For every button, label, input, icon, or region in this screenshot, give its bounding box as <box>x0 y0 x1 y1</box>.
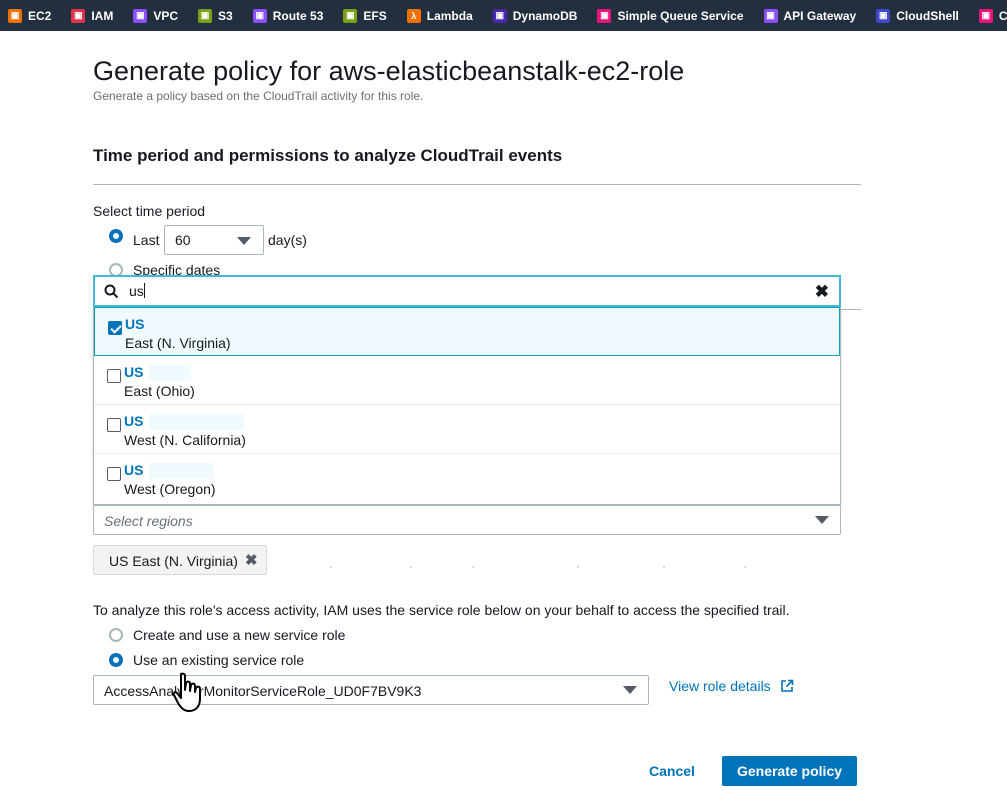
text-cursor <box>143 283 145 298</box>
favorites-bar: ▣ EC2 ▣ IAM ▣ VPC ▣ S3 ▣ Route 53 ▣ EFS λ Lambd… <box>0 0 1007 31</box>
divider-dot <box>577 566 579 568</box>
region-checkbox[interactable] <box>107 467 121 481</box>
last-label: Last <box>133 232 160 248</box>
region-dropdown-list: US East (N. Virginia) US East (Ohio) US … <box>93 307 841 505</box>
page-subtitle: Generate a policy based on the CloudTrai… <box>93 89 424 103</box>
chevron-down-icon <box>623 686 637 694</box>
selected-region-token: US East (N. Virginia) ✖ <box>93 545 267 575</box>
existing-service-role-radio[interactable] <box>109 653 123 667</box>
cloudformation-icon: ▣ <box>978 8 993 23</box>
region-code: US <box>124 462 144 478</box>
match-highlight <box>149 463 214 479</box>
service-role-value: AccessAnalyzerMonitorServiceRole_UD0F7BV… <box>104 683 422 699</box>
route53-icon: ▣ <box>252 8 267 23</box>
days-select[interactable]: 60 <box>164 225 264 255</box>
s3-icon: ▣ <box>198 8 213 23</box>
external-link-icon <box>781 679 794 692</box>
lambda-icon: λ <box>406 8 421 23</box>
divider-dot <box>330 566 332 568</box>
favorite-sqs[interactable]: ▣ Simple Queue Service <box>597 8 744 23</box>
region-option-us-east-1[interactable]: US East (N. Virginia) <box>94 307 840 356</box>
favorite-s3[interactable]: ▣ S3 <box>198 8 233 23</box>
region-name: West (Oregon) <box>124 481 216 497</box>
hand-cursor-icon <box>172 672 201 712</box>
region-checkbox[interactable] <box>107 369 121 383</box>
region-name: West (N. California) <box>124 432 246 448</box>
select-regions-dropdown[interactable]: Select regions <box>93 505 841 535</box>
remove-token-icon[interactable]: ✖ <box>245 551 258 569</box>
match-highlight <box>149 365 191 381</box>
divider-dot <box>663 566 665 568</box>
favorite-iam[interactable]: ▣ IAM <box>71 8 113 23</box>
favorite-dynamodb[interactable]: ▣ DynamoDB <box>492 8 577 23</box>
api-gateway-icon: ▣ <box>763 8 778 23</box>
region-name: East (N. Virginia) <box>125 335 231 351</box>
region-option-us-west-2[interactable]: US West (Oregon) <box>94 454 840 503</box>
search-icon <box>104 284 119 299</box>
clear-search-icon[interactable]: ✖ <box>815 282 829 302</box>
ec2-icon: ▣ <box>8 8 22 23</box>
existing-service-role-label: Use an existing service role <box>133 652 305 668</box>
favorite-cloudformation[interactable]: ▣CloudFor <box>978 8 1007 23</box>
region-code: US <box>125 316 145 332</box>
section-divider-partial <box>840 309 861 310</box>
region-checkbox[interactable] <box>108 321 122 335</box>
region-code: US <box>124 413 144 429</box>
region-option-us-west-1[interactable]: US West (N. California) <box>94 405 840 454</box>
generate-policy-button[interactable]: Generate policy <box>722 756 857 786</box>
vpc-icon: ▣ <box>133 8 148 23</box>
view-role-details-link[interactable]: View role details <box>669 678 771 694</box>
cloudshell-icon: ▣ <box>876 8 891 23</box>
favorite-efs[interactable]: ▣ EFS <box>343 8 387 23</box>
days-suffix: day(s) <box>268 232 307 248</box>
favorite-ec2[interactable]: ▣ EC2 <box>8 8 51 23</box>
chevron-down-icon <box>815 516 829 524</box>
new-service-role-label: Create and use a new service role <box>133 627 346 643</box>
service-role-description: To analyze this role's access activity, … <box>93 602 790 618</box>
divider-dot <box>410 566 412 568</box>
favorite-api-gateway[interactable]: ▣ API Gateway <box>763 8 856 23</box>
token-label: US East (N. Virginia) <box>109 553 238 569</box>
section-title: Time period and permissions to analyze C… <box>93 146 563 165</box>
efs-icon: ▣ <box>343 8 358 23</box>
sqs-icon: ▣ <box>597 8 612 23</box>
dynamodb-icon: ▣ <box>492 8 507 23</box>
region-code: US <box>124 364 144 380</box>
divider-dot <box>744 566 746 568</box>
iam-icon: ▣ <box>71 8 86 23</box>
favorite-route53[interactable]: ▣ Route 53 <box>252 8 323 23</box>
select-regions-placeholder: Select regions <box>104 513 193 529</box>
search-query: us <box>129 283 145 299</box>
cancel-button[interactable]: Cancel <box>640 756 704 786</box>
days-value: 60 <box>175 232 191 248</box>
last-days-radio[interactable] <box>109 229 123 243</box>
region-option-us-east-2[interactable]: US East (Ohio) <box>94 356 840 405</box>
new-service-role-radio[interactable] <box>109 628 123 642</box>
chevron-down-icon <box>237 237 251 245</box>
time-period-label: Select time period <box>93 203 206 219</box>
match-highlight <box>149 414 244 430</box>
region-search-input[interactable]: us ✖ <box>93 275 841 307</box>
page-title: Generate policy for aws-elasticbeanstalk… <box>93 56 685 86</box>
region-name: East (Ohio) <box>124 383 195 399</box>
divider-dot <box>472 566 474 568</box>
favorite-vpc[interactable]: ▣ VPC <box>133 8 178 23</box>
favorite-lambda[interactable]: λ Lambda <box>406 8 473 23</box>
favorite-cloudshell[interactable]: ▣ CloudShell <box>876 8 959 23</box>
section-divider <box>93 184 861 185</box>
region-checkbox[interactable] <box>107 418 121 432</box>
